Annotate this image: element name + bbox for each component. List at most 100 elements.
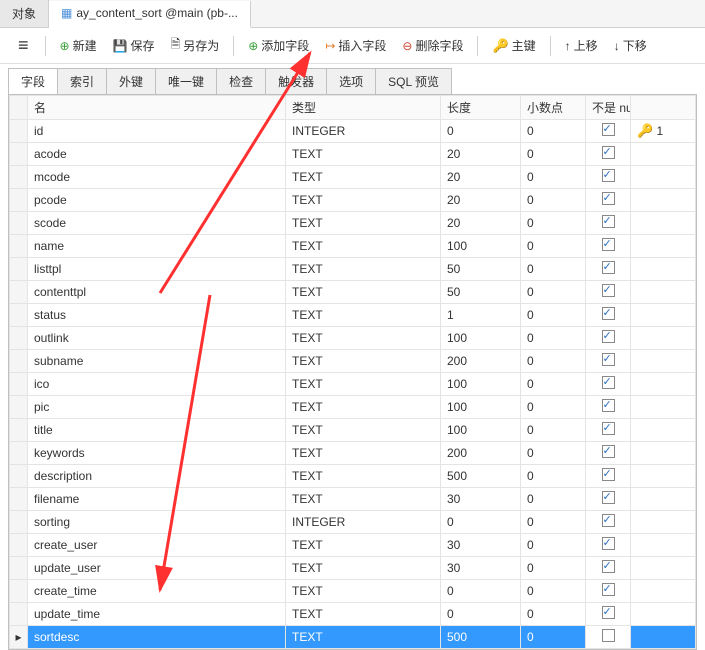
cell-length[interactable]: 100: [441, 396, 521, 419]
cell-type[interactable]: TEXT: [286, 465, 441, 488]
table-row[interactable]: scodeTEXT200: [10, 212, 696, 235]
checkbox-icon[interactable]: [602, 537, 615, 550]
cell-decimals[interactable]: 0: [521, 603, 586, 626]
cell-decimals[interactable]: 0: [521, 120, 586, 143]
cell-decimals[interactable]: 0: [521, 350, 586, 373]
cell-notnull[interactable]: [586, 166, 631, 189]
checkbox-icon[interactable]: [602, 261, 615, 274]
save-button[interactable]: 💾 保存: [107, 34, 161, 57]
sub-tab-0[interactable]: 字段: [8, 68, 58, 94]
row-header[interactable]: [10, 120, 28, 143]
cell-decimals[interactable]: 0: [521, 189, 586, 212]
col-type[interactable]: 类型: [286, 96, 441, 120]
cell-length[interactable]: 30: [441, 534, 521, 557]
cell-name[interactable]: sortdesc: [28, 626, 286, 649]
cell-decimals[interactable]: 0: [521, 465, 586, 488]
table-row[interactable]: update_userTEXT300: [10, 557, 696, 580]
cell-length[interactable]: 20: [441, 166, 521, 189]
cell-decimals[interactable]: 0: [521, 373, 586, 396]
cell-length[interactable]: 20: [441, 212, 521, 235]
checkbox-icon[interactable]: [602, 192, 615, 205]
table-row[interactable]: nameTEXT1000: [10, 235, 696, 258]
cell-length[interactable]: 200: [441, 442, 521, 465]
cell-notnull[interactable]: [586, 603, 631, 626]
cell-decimals[interactable]: 0: [521, 511, 586, 534]
cell-notnull[interactable]: [586, 327, 631, 350]
checkbox-icon[interactable]: [602, 583, 615, 596]
cell-notnull[interactable]: [586, 534, 631, 557]
field-grid[interactable]: 名 类型 长度 小数点 不是 null idINTEGER00🔑 1acodeT…: [9, 95, 696, 649]
checkbox-icon[interactable]: [602, 399, 615, 412]
table-row[interactable]: listtplTEXT500: [10, 258, 696, 281]
col-name[interactable]: 名: [28, 96, 286, 120]
checkbox-icon[interactable]: [602, 146, 615, 159]
cell-type[interactable]: TEXT: [286, 396, 441, 419]
cell-decimals[interactable]: 0: [521, 327, 586, 350]
tab-current[interactable]: ▦ ay_content_sort @main (pb-...: [49, 1, 251, 28]
cell-length[interactable]: 0: [441, 580, 521, 603]
sub-tab-2[interactable]: 外键: [106, 68, 156, 94]
cell-decimals[interactable]: 0: [521, 258, 586, 281]
table-row[interactable]: idINTEGER00🔑 1: [10, 120, 696, 143]
cell-notnull[interactable]: [586, 304, 631, 327]
checkbox-icon[interactable]: [602, 169, 615, 182]
cell-decimals[interactable]: 0: [521, 626, 586, 649]
cell-type[interactable]: TEXT: [286, 488, 441, 511]
row-header[interactable]: [10, 258, 28, 281]
row-header[interactable]: [10, 327, 28, 350]
cell-notnull[interactable]: [586, 350, 631, 373]
row-header[interactable]: [10, 166, 28, 189]
table-row[interactable]: create_timeTEXT00: [10, 580, 696, 603]
cell-decimals[interactable]: 0: [521, 212, 586, 235]
cell-name[interactable]: pcode: [28, 189, 286, 212]
checkbox-icon[interactable]: [602, 491, 615, 504]
cell-decimals[interactable]: 0: [521, 281, 586, 304]
row-header[interactable]: [10, 350, 28, 373]
checkbox-icon[interactable]: [602, 629, 615, 642]
checkbox-icon[interactable]: [602, 376, 615, 389]
checkbox-icon[interactable]: [602, 445, 615, 458]
checkbox-icon[interactable]: [602, 215, 615, 228]
row-header[interactable]: [10, 465, 28, 488]
cell-length[interactable]: 0: [441, 511, 521, 534]
table-row[interactable]: update_timeTEXT00: [10, 603, 696, 626]
row-header[interactable]: [10, 442, 28, 465]
row-header[interactable]: [10, 212, 28, 235]
table-row[interactable]: mcodeTEXT200: [10, 166, 696, 189]
cell-name[interactable]: name: [28, 235, 286, 258]
row-header[interactable]: [10, 143, 28, 166]
cell-notnull[interactable]: [586, 189, 631, 212]
cell-decimals[interactable]: 0: [521, 488, 586, 511]
cell-decimals[interactable]: 0: [521, 166, 586, 189]
checkbox-icon[interactable]: [602, 606, 615, 619]
table-row[interactable]: icoTEXT1000: [10, 373, 696, 396]
cell-type[interactable]: TEXT: [286, 258, 441, 281]
table-row[interactable]: picTEXT1000: [10, 396, 696, 419]
checkbox-icon[interactable]: [602, 468, 615, 481]
cell-length[interactable]: 30: [441, 488, 521, 511]
cell-name[interactable]: contenttpl: [28, 281, 286, 304]
cell-name[interactable]: ico: [28, 373, 286, 396]
cell-type[interactable]: TEXT: [286, 373, 441, 396]
cell-name[interactable]: id: [28, 120, 286, 143]
cell-length[interactable]: 500: [441, 465, 521, 488]
cell-type[interactable]: TEXT: [286, 281, 441, 304]
cell-name[interactable]: listtpl: [28, 258, 286, 281]
cell-decimals[interactable]: 0: [521, 304, 586, 327]
cell-notnull[interactable]: [586, 488, 631, 511]
row-header[interactable]: ▸: [10, 626, 28, 649]
cell-type[interactable]: TEXT: [286, 166, 441, 189]
cell-notnull[interactable]: [586, 396, 631, 419]
table-row[interactable]: filenameTEXT300: [10, 488, 696, 511]
cell-notnull[interactable]: [586, 281, 631, 304]
cell-notnull[interactable]: [586, 442, 631, 465]
cell-notnull[interactable]: [586, 212, 631, 235]
cell-length[interactable]: 100: [441, 419, 521, 442]
row-header[interactable]: [10, 304, 28, 327]
checkbox-icon[interactable]: [602, 330, 615, 343]
cell-name[interactable]: pic: [28, 396, 286, 419]
new-button[interactable]: ⊕ 新建: [54, 34, 103, 57]
table-row[interactable]: titleTEXT1000: [10, 419, 696, 442]
table-row[interactable]: outlinkTEXT1000: [10, 327, 696, 350]
row-header[interactable]: [10, 281, 28, 304]
